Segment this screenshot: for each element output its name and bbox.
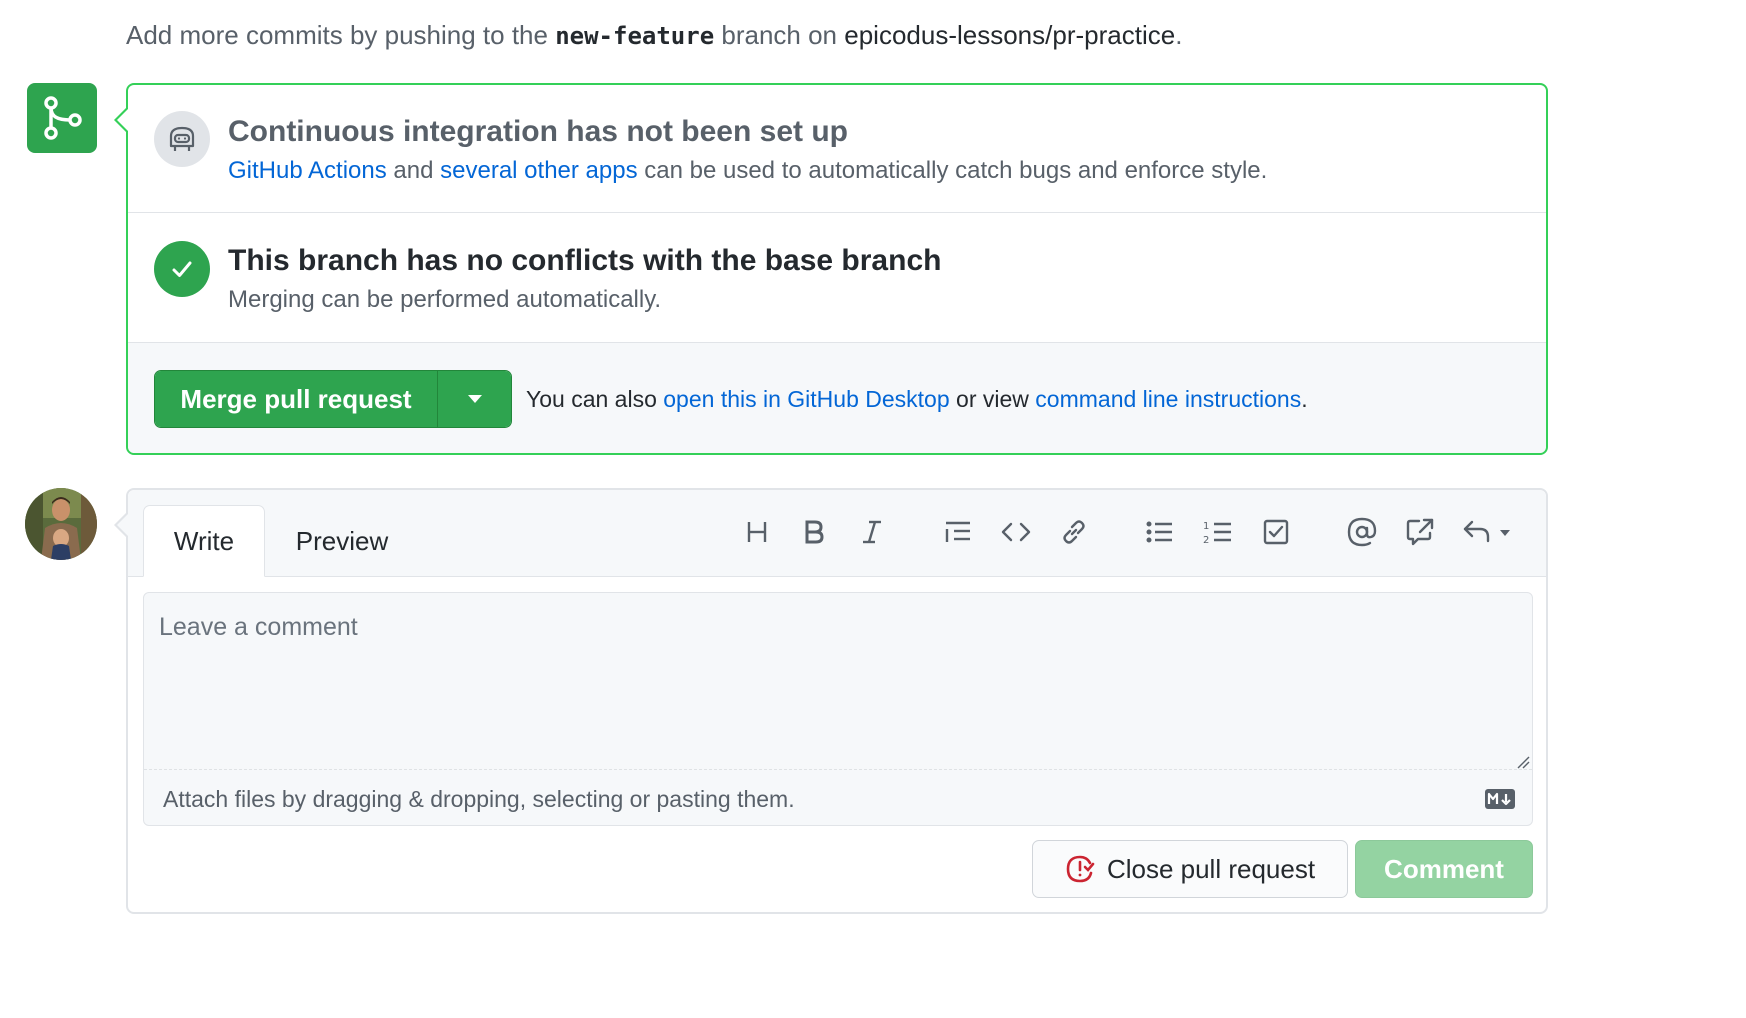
comment-textarea[interactable] <box>144 593 1532 770</box>
numbered-list-icon[interactable]: 12 <box>1198 512 1238 552</box>
merge-pull-request-button[interactable]: Merge pull request <box>155 371 438 427</box>
file-attach-area[interactable]: Attach files by dragging & dropping, sel… <box>163 786 795 813</box>
svg-text:2: 2 <box>1203 535 1209 545</box>
git-merge-icon <box>27 83 97 153</box>
svg-text:1: 1 <box>1203 521 1209 532</box>
italic-icon[interactable] <box>852 512 892 552</box>
cross-reference-icon[interactable] <box>1400 512 1440 552</box>
task-list-icon[interactable] <box>1256 512 1296 552</box>
command-line-link[interactable]: command line instructions <box>1035 386 1301 412</box>
ci-text-1: and <box>386 157 441 184</box>
repo-name: epicodus-lessons/pr-practice <box>844 20 1176 50</box>
check-icon <box>154 241 210 297</box>
conflicts-description: Merging can be performed automatically. <box>228 286 662 313</box>
github-desktop-link[interactable]: open this in GitHub Desktop <box>663 386 949 412</box>
conflicts-title: This branch has no conflicts with the ba… <box>228 244 942 277</box>
close-pull-request-button[interactable]: Close pull request <box>1032 840 1348 898</box>
merge-alternatives: You can also open this in GitHub Desktop… <box>526 386 1308 413</box>
comment-button[interactable]: Comment <box>1355 840 1533 898</box>
tab-write[interactable]: Write <box>143 505 265 577</box>
resize-handle-icon[interactable] <box>1516 755 1530 769</box>
issue-closed-icon <box>1066 855 1095 883</box>
merge-actions-section: Merge pull request You can also open thi… <box>128 343 1546 453</box>
merge-box: Continuous integration has not been set … <box>114 83 1548 455</box>
other-apps-link[interactable]: several other apps <box>440 157 637 184</box>
also-middle: or view <box>949 386 1036 412</box>
comment-tabbar: Write Preview 12 <box>128 490 1546 577</box>
bold-icon[interactable] <box>794 512 834 552</box>
intro-suffix: . <box>1175 20 1183 50</box>
ci-status-section: Continuous integration has not been set … <box>128 85 1546 213</box>
ci-text-2: can be used to automatically catch bugs … <box>637 157 1268 184</box>
merge-button-group: Merge pull request <box>154 370 512 428</box>
also-prefix: You can also <box>526 386 664 412</box>
intro-prefix: Add more commits by pushing to the <box>126 20 556 50</box>
ci-title: Continuous integration has not been set … <box>228 115 848 148</box>
tab-preview[interactable]: Preview <box>268 505 416 577</box>
push-instructions: Add more commits by pushing to the new-f… <box>126 20 1182 51</box>
code-icon[interactable] <box>996 512 1036 552</box>
markdown-icon[interactable] <box>1485 789 1515 809</box>
avatar[interactable] <box>25 488 97 560</box>
comment-editor: Attach files by dragging & dropping, sel… <box>143 592 1533 826</box>
ci-description: GitHub Actions and several other apps ca… <box>228 157 1267 185</box>
triangle-down-icon <box>467 395 482 403</box>
close-button-label: Close pull request <box>1106 853 1316 884</box>
reply-icon[interactable] <box>1458 512 1518 552</box>
heading-icon[interactable] <box>737 512 777 552</box>
merge-options-dropdown[interactable] <box>438 371 511 427</box>
mention-icon[interactable] <box>1342 512 1382 552</box>
bulleted-list-icon[interactable] <box>1140 512 1180 552</box>
conflicts-section: This branch has no conflicts with the ba… <box>128 213 1546 343</box>
quote-icon[interactable] <box>938 512 978 552</box>
comment-form: Write Preview 12 Leave a comment Attach … <box>114 488 1548 914</box>
also-suffix: . <box>1301 386 1308 412</box>
intro-middle: branch on <box>714 20 845 50</box>
robot-icon <box>154 111 210 167</box>
branch-name: new-feature <box>555 22 715 50</box>
link-icon[interactable] <box>1054 512 1094 552</box>
github-actions-link[interactable]: GitHub Actions <box>228 157 387 184</box>
